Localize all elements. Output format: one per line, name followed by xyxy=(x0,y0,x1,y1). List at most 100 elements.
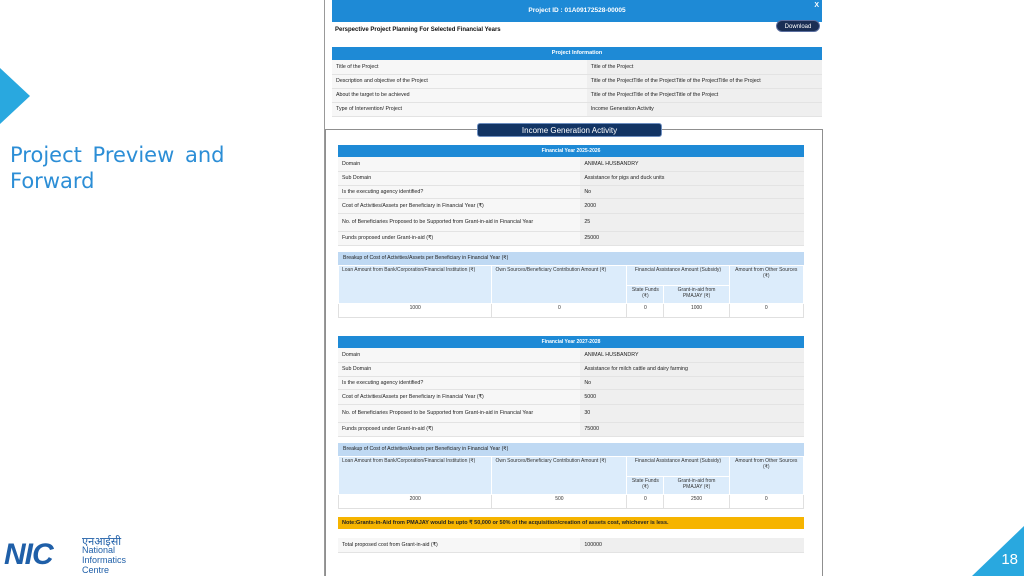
breakup-header: Breakup of Cost of Activities/Assets per… xyxy=(338,442,804,456)
table-row: No. of Beneficiaries Proposed to be Supp… xyxy=(338,213,804,232)
table-row: Sub Domain Assistance for milch cattle an… xyxy=(338,362,804,377)
table-row: Loan Amount from Bank/Corporation/Financ… xyxy=(337,264,805,304)
field-value: Title of the ProjectTitle of the Project… xyxy=(586,88,822,103)
value-own: 0 xyxy=(491,302,628,318)
field-value: No xyxy=(580,185,804,199)
financial-year-block-2: Financial Year 2027-2028 Domain ANIMAL HU… xyxy=(337,336,805,509)
decorative-arrow xyxy=(0,68,30,124)
table-row: Domain ANIMAL HUSBANDRY xyxy=(338,348,804,363)
close-icon[interactable]: X xyxy=(814,2,819,10)
table-row: 2000 500 0 2500 0 xyxy=(337,493,805,509)
financial-year-table: Domain ANIMAL HUSBANDRY Sub Domain Assista… xyxy=(338,157,804,246)
field-value: ANIMAL HUSBANDRY xyxy=(580,348,804,363)
activity-label: Income Generation Activity xyxy=(477,123,662,137)
grant-note: Note:Grants-in-Aid from PMAJAY would be … xyxy=(338,517,804,529)
table-row: Cost of Activities/Assets per Beneficiar… xyxy=(338,198,804,214)
field-value: Title of the ProjectTitle of the Project… xyxy=(586,74,822,89)
field-label: No. of Beneficiaries Proposed to be Supp… xyxy=(338,213,581,232)
perspective-title-text: Perspective Project Planning For Selecte… xyxy=(335,27,501,33)
col-other: Amount from Other Sources (₹) xyxy=(728,455,805,495)
field-label: Type of Intervention/ Project xyxy=(332,102,587,117)
table-row: Total proposed cost from Grant-in-aid (₹… xyxy=(338,538,804,553)
table-row: 1000 0 0 1000 0 xyxy=(337,302,805,318)
col-state: State Funds (₹) xyxy=(626,475,665,495)
total-value: 100000 xyxy=(580,538,804,553)
breakup-table: Loan Amount from Bank/Corporation/Financ… xyxy=(337,264,805,318)
nic-logo-line2: Informatics xyxy=(82,555,127,565)
project-id-bar: Project ID : 01A09172528-00005 X xyxy=(332,0,822,22)
value-other: 0 xyxy=(728,302,805,318)
value-state: 0 xyxy=(626,302,665,318)
table-row: Domain ANIMAL HUSBANDRY xyxy=(338,157,804,172)
project-info-table: Title of the Project Title of the Projec… xyxy=(332,60,822,117)
col-own: Own Sources/Beneficiary Contribution Amo… xyxy=(491,264,628,304)
breakup-table: Loan Amount from Bank/Corporation/Financ… xyxy=(337,455,805,509)
table-row: Description and objective of the Project… xyxy=(332,74,822,89)
field-label: Sub Domain xyxy=(338,362,581,377)
value-state: 0 xyxy=(626,493,665,509)
field-value: 2000 xyxy=(580,198,804,214)
nic-logo-line3: Centre xyxy=(82,565,110,575)
total-proposed-cost: Total proposed cost from Grant-in-aid (₹… xyxy=(338,538,804,553)
financial-year-header: Financial Year 2025-2026 xyxy=(338,145,804,157)
col-state: State Funds (₹) xyxy=(626,284,665,304)
value-loan: 1000 xyxy=(337,302,493,318)
breakup-header: Breakup of Cost of Activities/Assets per… xyxy=(338,251,804,265)
financial-year-block-1: Financial Year 2025-2026 Domain ANIMAL HU… xyxy=(337,145,805,318)
table-row: Is the executing agency identified? No xyxy=(338,185,804,199)
preview-content: Project ID : 01A09172528-00005 X Perspec… xyxy=(332,0,822,117)
field-label: Domain xyxy=(338,157,581,172)
financial-year-table: Domain ANIMAL HUSBANDRY Sub Domain Assista… xyxy=(338,348,804,437)
field-label: Is the executing agency identified? xyxy=(338,376,581,390)
field-value: 25 xyxy=(580,213,804,232)
field-value: Income Generation Activity xyxy=(586,102,822,117)
field-value: 5000 xyxy=(580,389,804,405)
perspective-title: Perspective Project Planning For Selecte… xyxy=(332,22,822,38)
field-label: Cost of Activities/Assets per Beneficiar… xyxy=(338,389,581,405)
value-pmajay: 1000 xyxy=(663,302,730,318)
field-label: Description and objective of the Project xyxy=(332,74,587,89)
table-row: No. of Beneficiaries Proposed to be Supp… xyxy=(338,404,804,423)
col-loan: Loan Amount from Bank/Corporation/Financ… xyxy=(337,264,493,304)
nic-logo-line1: National xyxy=(82,545,116,555)
col-other: Amount from Other Sources (₹) xyxy=(728,264,805,304)
nic-logo: NIC एनआईसी National Informatics Centre xyxy=(4,534,144,575)
col-pmajay: Grant-in-aid from PMAJAY (₹) xyxy=(663,284,730,304)
col-pmajay: Grant-in-aid from PMAJAY (₹) xyxy=(663,475,730,495)
field-label: Sub Domain xyxy=(338,171,581,186)
financial-year-header: Financial Year 2027-2028 xyxy=(338,336,804,348)
field-label: Funds proposed under Grant-in-aid (₹) xyxy=(338,422,581,437)
project-preview-screenshot: Project ID : 01A09172528-00005 X Perspec… xyxy=(324,0,828,576)
download-button[interactable]: Download xyxy=(776,20,820,32)
field-value: Title of the Project xyxy=(586,60,822,75)
value-loan: 2000 xyxy=(337,493,493,509)
field-label: Domain xyxy=(338,348,581,363)
field-value: Assistance for pigs and duck units xyxy=(580,171,804,186)
field-label: Is the executing agency identified? xyxy=(338,185,581,199)
table-row: Funds proposed under Grant-in-aid (₹) 250… xyxy=(338,231,804,246)
nic-logo-text: National Informatics Centre xyxy=(82,545,126,575)
total-table: Total proposed cost from Grant-in-aid (₹… xyxy=(338,538,804,553)
table-row: Funds proposed under Grant-in-aid (₹) 750… xyxy=(338,422,804,437)
field-value: Assistance for milch cattle and dairy fa… xyxy=(580,362,804,377)
field-label: Funds proposed under Grant-in-aid (₹) xyxy=(338,231,581,246)
col-financial-assistance: Financial Assistance Amount (Subsidy) xyxy=(626,455,730,477)
slide-title: Project Preview and Forward xyxy=(10,143,225,193)
project-info-header: Project Information xyxy=(332,47,822,60)
total-label: Total proposed cost from Grant-in-aid (₹… xyxy=(338,538,581,553)
field-label: About the target to be achieved xyxy=(332,88,587,103)
page-number: 18 xyxy=(1001,551,1018,568)
nic-logo-mark: NIC xyxy=(4,538,54,571)
field-value: No xyxy=(580,376,804,390)
col-loan: Loan Amount from Bank/Corporation/Financ… xyxy=(337,455,493,495)
table-row: Loan Amount from Bank/Corporation/Financ… xyxy=(337,455,805,495)
table-row: Type of Intervention/ Project Income Gen… xyxy=(332,102,822,117)
col-own: Own Sources/Beneficiary Contribution Amo… xyxy=(491,455,628,495)
value-own: 500 xyxy=(491,493,628,509)
income-generation-section: Income Generation Activity Financial Yea… xyxy=(325,123,823,576)
table-row: Cost of Activities/Assets per Beneficiar… xyxy=(338,389,804,405)
field-value: ANIMAL HUSBANDRY xyxy=(580,157,804,172)
value-pmajay: 2500 xyxy=(663,493,730,509)
field-label: Cost of Activities/Assets per Beneficiar… xyxy=(338,198,581,214)
table-row: Is the executing agency identified? No xyxy=(338,376,804,390)
